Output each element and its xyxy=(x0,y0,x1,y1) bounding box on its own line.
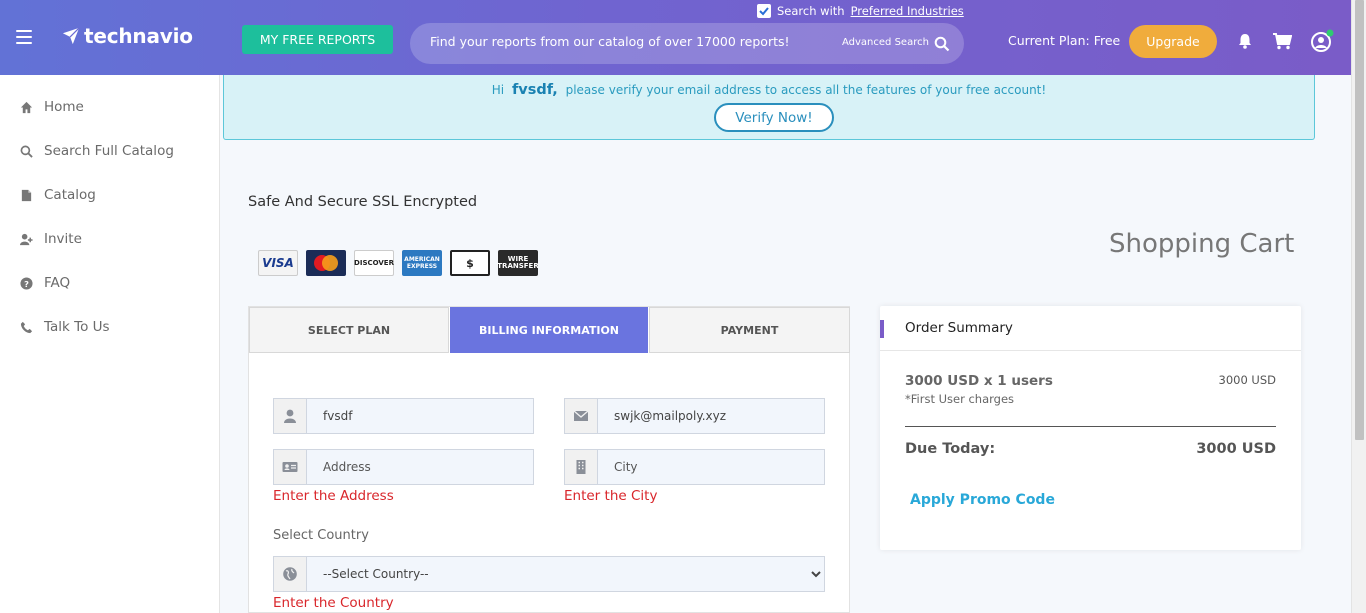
logo[interactable]: technavio xyxy=(62,24,193,48)
sidebar-item-label: Invite xyxy=(44,231,82,247)
sidebar-item-label: Catalog xyxy=(44,187,96,203)
user-plus-icon xyxy=(20,233,33,245)
top-header: technavio MY FREE REPORTS Search with Pr… xyxy=(0,0,1351,75)
ssl-notice: Safe And Secure SSL Encrypted xyxy=(248,194,478,210)
sidebar-item-label: Home xyxy=(44,99,84,115)
tab-billing-information[interactable]: BILLING INFORMATION xyxy=(450,307,648,353)
preferred-prefix: Search with xyxy=(777,4,845,18)
advanced-search-link[interactable]: Advanced Search xyxy=(842,37,929,48)
verify-message-text: please verify your email address to acce… xyxy=(565,83,1047,97)
paper-plane-icon xyxy=(62,27,80,45)
verify-email-banner: Hi fvsdf, please verify your email addre… xyxy=(223,75,1315,140)
verify-now-button[interactable]: Verify Now! xyxy=(714,103,834,132)
phone-icon xyxy=(20,321,33,333)
city-field-group xyxy=(564,449,825,485)
line-item-amount: 3000 USD xyxy=(1218,373,1277,387)
current-plan-label: Current Plan: Free xyxy=(1008,33,1121,48)
question-icon: ? xyxy=(20,276,33,290)
name-field-group xyxy=(273,398,534,434)
divider xyxy=(880,350,1301,351)
page-title: Shopping Cart xyxy=(1109,229,1295,259)
address-field-group xyxy=(273,449,534,485)
search-icon[interactable] xyxy=(934,36,950,52)
sidebar-item-home[interactable]: Home xyxy=(20,99,84,115)
search-bar: Advanced Search xyxy=(410,23,964,64)
divider xyxy=(905,426,1276,427)
sidebar-item-label: FAQ xyxy=(44,275,71,291)
search-icon xyxy=(20,145,33,158)
country-label: Select Country xyxy=(273,528,369,543)
home-icon xyxy=(20,101,33,113)
sidebar: Home Search Full Catalog Catalog Invite … xyxy=(0,75,220,613)
amex-logo: AMERICAN EXPRESS xyxy=(402,250,442,276)
building-icon xyxy=(564,449,598,485)
due-today-amount: 3000 USD xyxy=(1196,441,1276,457)
line-item-note: *First User charges xyxy=(905,392,1015,406)
city-field[interactable] xyxy=(598,449,825,485)
country-field-group: --Select Country-- xyxy=(273,556,825,592)
sidebar-item-invite[interactable]: Invite xyxy=(20,231,82,247)
sidebar-item-talk-to-us[interactable]: Talk To Us xyxy=(20,319,110,335)
sidebar-item-catalog[interactable]: Catalog xyxy=(20,187,96,203)
payment-methods: VISA DISCOVER AMERICAN EXPRESS $ WIRE TR… xyxy=(258,250,539,276)
checkbox-checked-icon[interactable] xyxy=(757,4,771,18)
address-error: Enter the Address xyxy=(273,488,394,504)
line-item: 3000 USD x 1 users xyxy=(905,373,1053,389)
preferred-industries-link[interactable]: Preferred Industries xyxy=(851,4,964,18)
email-field-group xyxy=(564,398,825,434)
scrollbar-thumb[interactable] xyxy=(1355,0,1364,440)
upgrade-button[interactable]: Upgrade xyxy=(1129,25,1217,58)
bell-icon[interactable] xyxy=(1236,32,1254,50)
country-error: Enter the Country xyxy=(273,595,394,611)
apply-promo-code-link[interactable]: Apply Promo Code xyxy=(910,492,1055,508)
discover-logo: DISCOVER xyxy=(354,250,394,276)
summary-title: Order Summary xyxy=(905,320,1013,336)
wire-transfer-logo: WIRE TRANSFER xyxy=(497,250,539,276)
mastercard-logo xyxy=(306,250,346,276)
tab-payment[interactable]: PAYMENT xyxy=(649,307,850,353)
sidebar-item-label: Talk To Us xyxy=(44,319,110,335)
globe-icon xyxy=(273,556,307,592)
svg-text:?: ? xyxy=(24,278,29,288)
envelope-icon xyxy=(564,398,598,434)
check-logo: $ xyxy=(450,250,490,276)
summary-accent-bar xyxy=(880,320,884,338)
sidebar-item-label: Search Full Catalog xyxy=(44,143,174,159)
scrollbar[interactable] xyxy=(1351,0,1366,613)
search-input[interactable] xyxy=(430,34,830,49)
cart-icon[interactable] xyxy=(1272,32,1292,50)
user-icon xyxy=(273,398,307,434)
id-card-icon xyxy=(273,449,307,485)
visa-logo: VISA xyxy=(258,250,298,276)
city-error: Enter the City xyxy=(564,488,658,504)
preferred-industries-toggle[interactable]: Search with Preferred Industries xyxy=(757,4,964,18)
verify-message: Hi fvsdf, please verify your email addre… xyxy=(224,82,1314,98)
my-free-reports-button[interactable]: MY FREE REPORTS xyxy=(242,25,393,54)
order-summary: Order Summary 3000 USD x 1 users *First … xyxy=(880,306,1301,550)
username: fvsdf, xyxy=(511,82,558,98)
due-today-label: Due Today: xyxy=(905,441,996,457)
country-select[interactable]: --Select Country-- xyxy=(307,556,825,592)
menu-icon[interactable] xyxy=(16,30,32,44)
address-field[interactable] xyxy=(307,449,534,485)
greeting-text: Hi xyxy=(491,83,505,97)
user-avatar-icon[interactable] xyxy=(1310,29,1334,53)
sidebar-item-search-full-catalog[interactable]: Search Full Catalog xyxy=(20,143,174,159)
email-field[interactable] xyxy=(598,398,825,434)
name-field[interactable] xyxy=(307,398,534,434)
sidebar-item-faq[interactable]: ? FAQ xyxy=(20,275,70,291)
logo-text: technavio xyxy=(84,24,193,48)
tab-select-plan[interactable]: SELECT PLAN xyxy=(249,307,449,353)
file-icon xyxy=(21,189,32,201)
